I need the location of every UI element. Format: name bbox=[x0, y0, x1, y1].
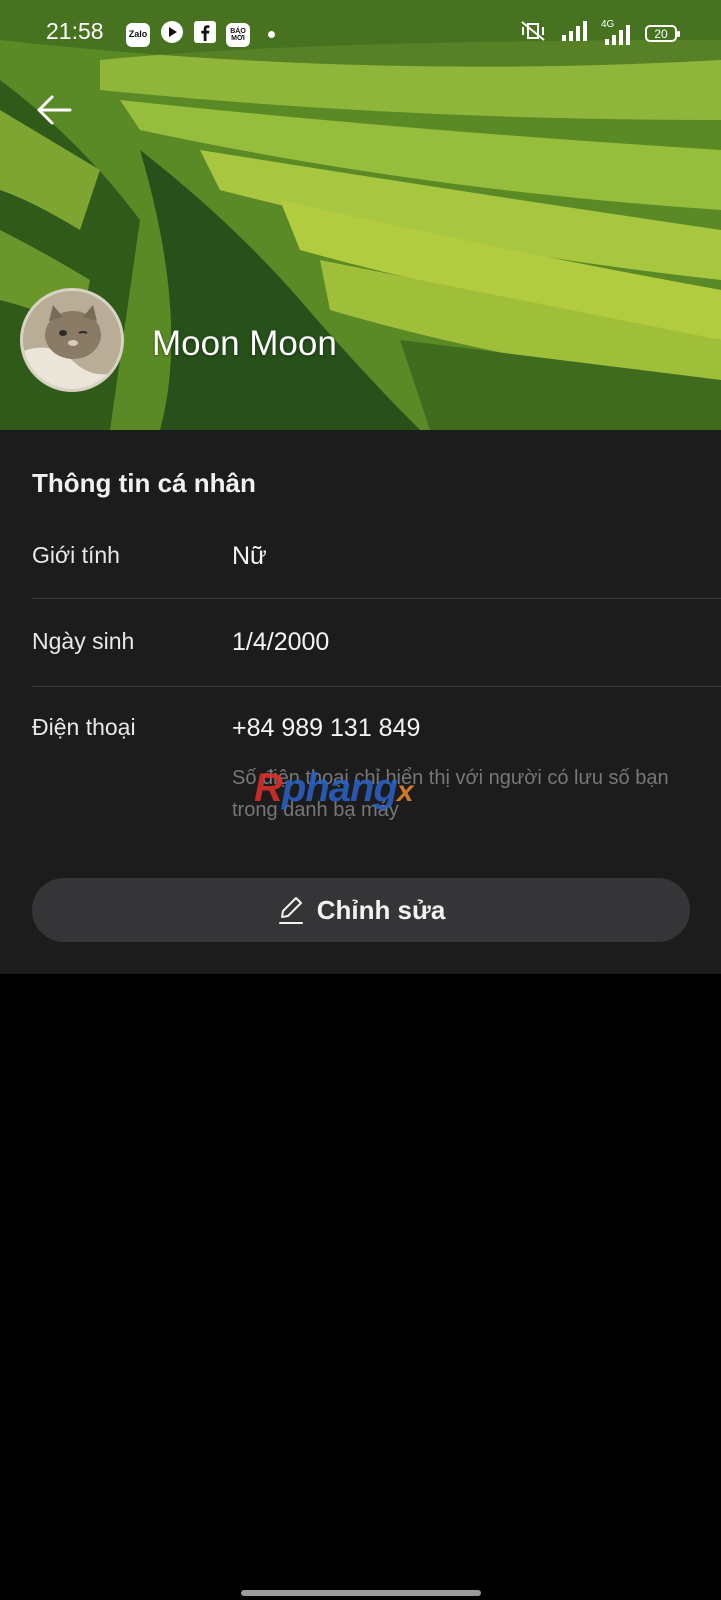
zalo-icon: Zalo bbox=[126, 22, 150, 47]
profile-name: Moon Moon bbox=[152, 324, 337, 363]
avatar[interactable] bbox=[20, 288, 124, 392]
back-button[interactable] bbox=[34, 92, 74, 128]
baomoi-icon: BÁO MỚI bbox=[226, 22, 250, 47]
birthday-label: Ngày sinh bbox=[32, 628, 135, 654]
watermark-logo: Rphangx bbox=[254, 766, 414, 810]
vibrate-mute-icon bbox=[519, 20, 547, 47]
divider bbox=[32, 686, 721, 687]
notification-dot-icon bbox=[268, 31, 275, 38]
status-time: 21:58 bbox=[46, 18, 104, 44]
arrow-left-icon bbox=[37, 95, 72, 125]
battery-level: 20 bbox=[654, 26, 668, 41]
status-app-icons: Zalo BÁO MỚI bbox=[126, 20, 275, 49]
gender-label: Giới tính bbox=[32, 542, 120, 568]
phone-value: +84 989 131 849 bbox=[232, 714, 421, 742]
signal-icon bbox=[561, 21, 587, 46]
birthday-value: 1/4/2000 bbox=[232, 628, 330, 656]
personal-info-panel: Thông tin cá nhân Giới tính Nữ Ngày sinh… bbox=[0, 430, 721, 974]
play-icon bbox=[160, 20, 184, 49]
home-indicator[interactable] bbox=[241, 1590, 481, 1596]
cat-avatar-image bbox=[23, 291, 121, 389]
signal-4g-icon: 4G bbox=[601, 19, 631, 45]
status-right-icons: 4G 20 bbox=[519, 19, 680, 47]
facebook-icon bbox=[194, 21, 216, 48]
status-bar: 21:58 Zalo BÁO MỚI 4G 20 bbox=[0, 0, 721, 64]
phone-label: Điện thoại bbox=[32, 714, 136, 740]
gender-value: Nữ bbox=[232, 542, 267, 570]
edit-button-label: Chỉnh sửa bbox=[316, 894, 446, 925]
divider bbox=[32, 598, 721, 599]
edit-button[interactable]: Chỉnh sửa bbox=[32, 878, 690, 942]
panel-title: Thông tin cá nhân bbox=[32, 468, 256, 498]
pencil-icon bbox=[278, 897, 303, 924]
battery-icon: 20 bbox=[645, 25, 680, 42]
